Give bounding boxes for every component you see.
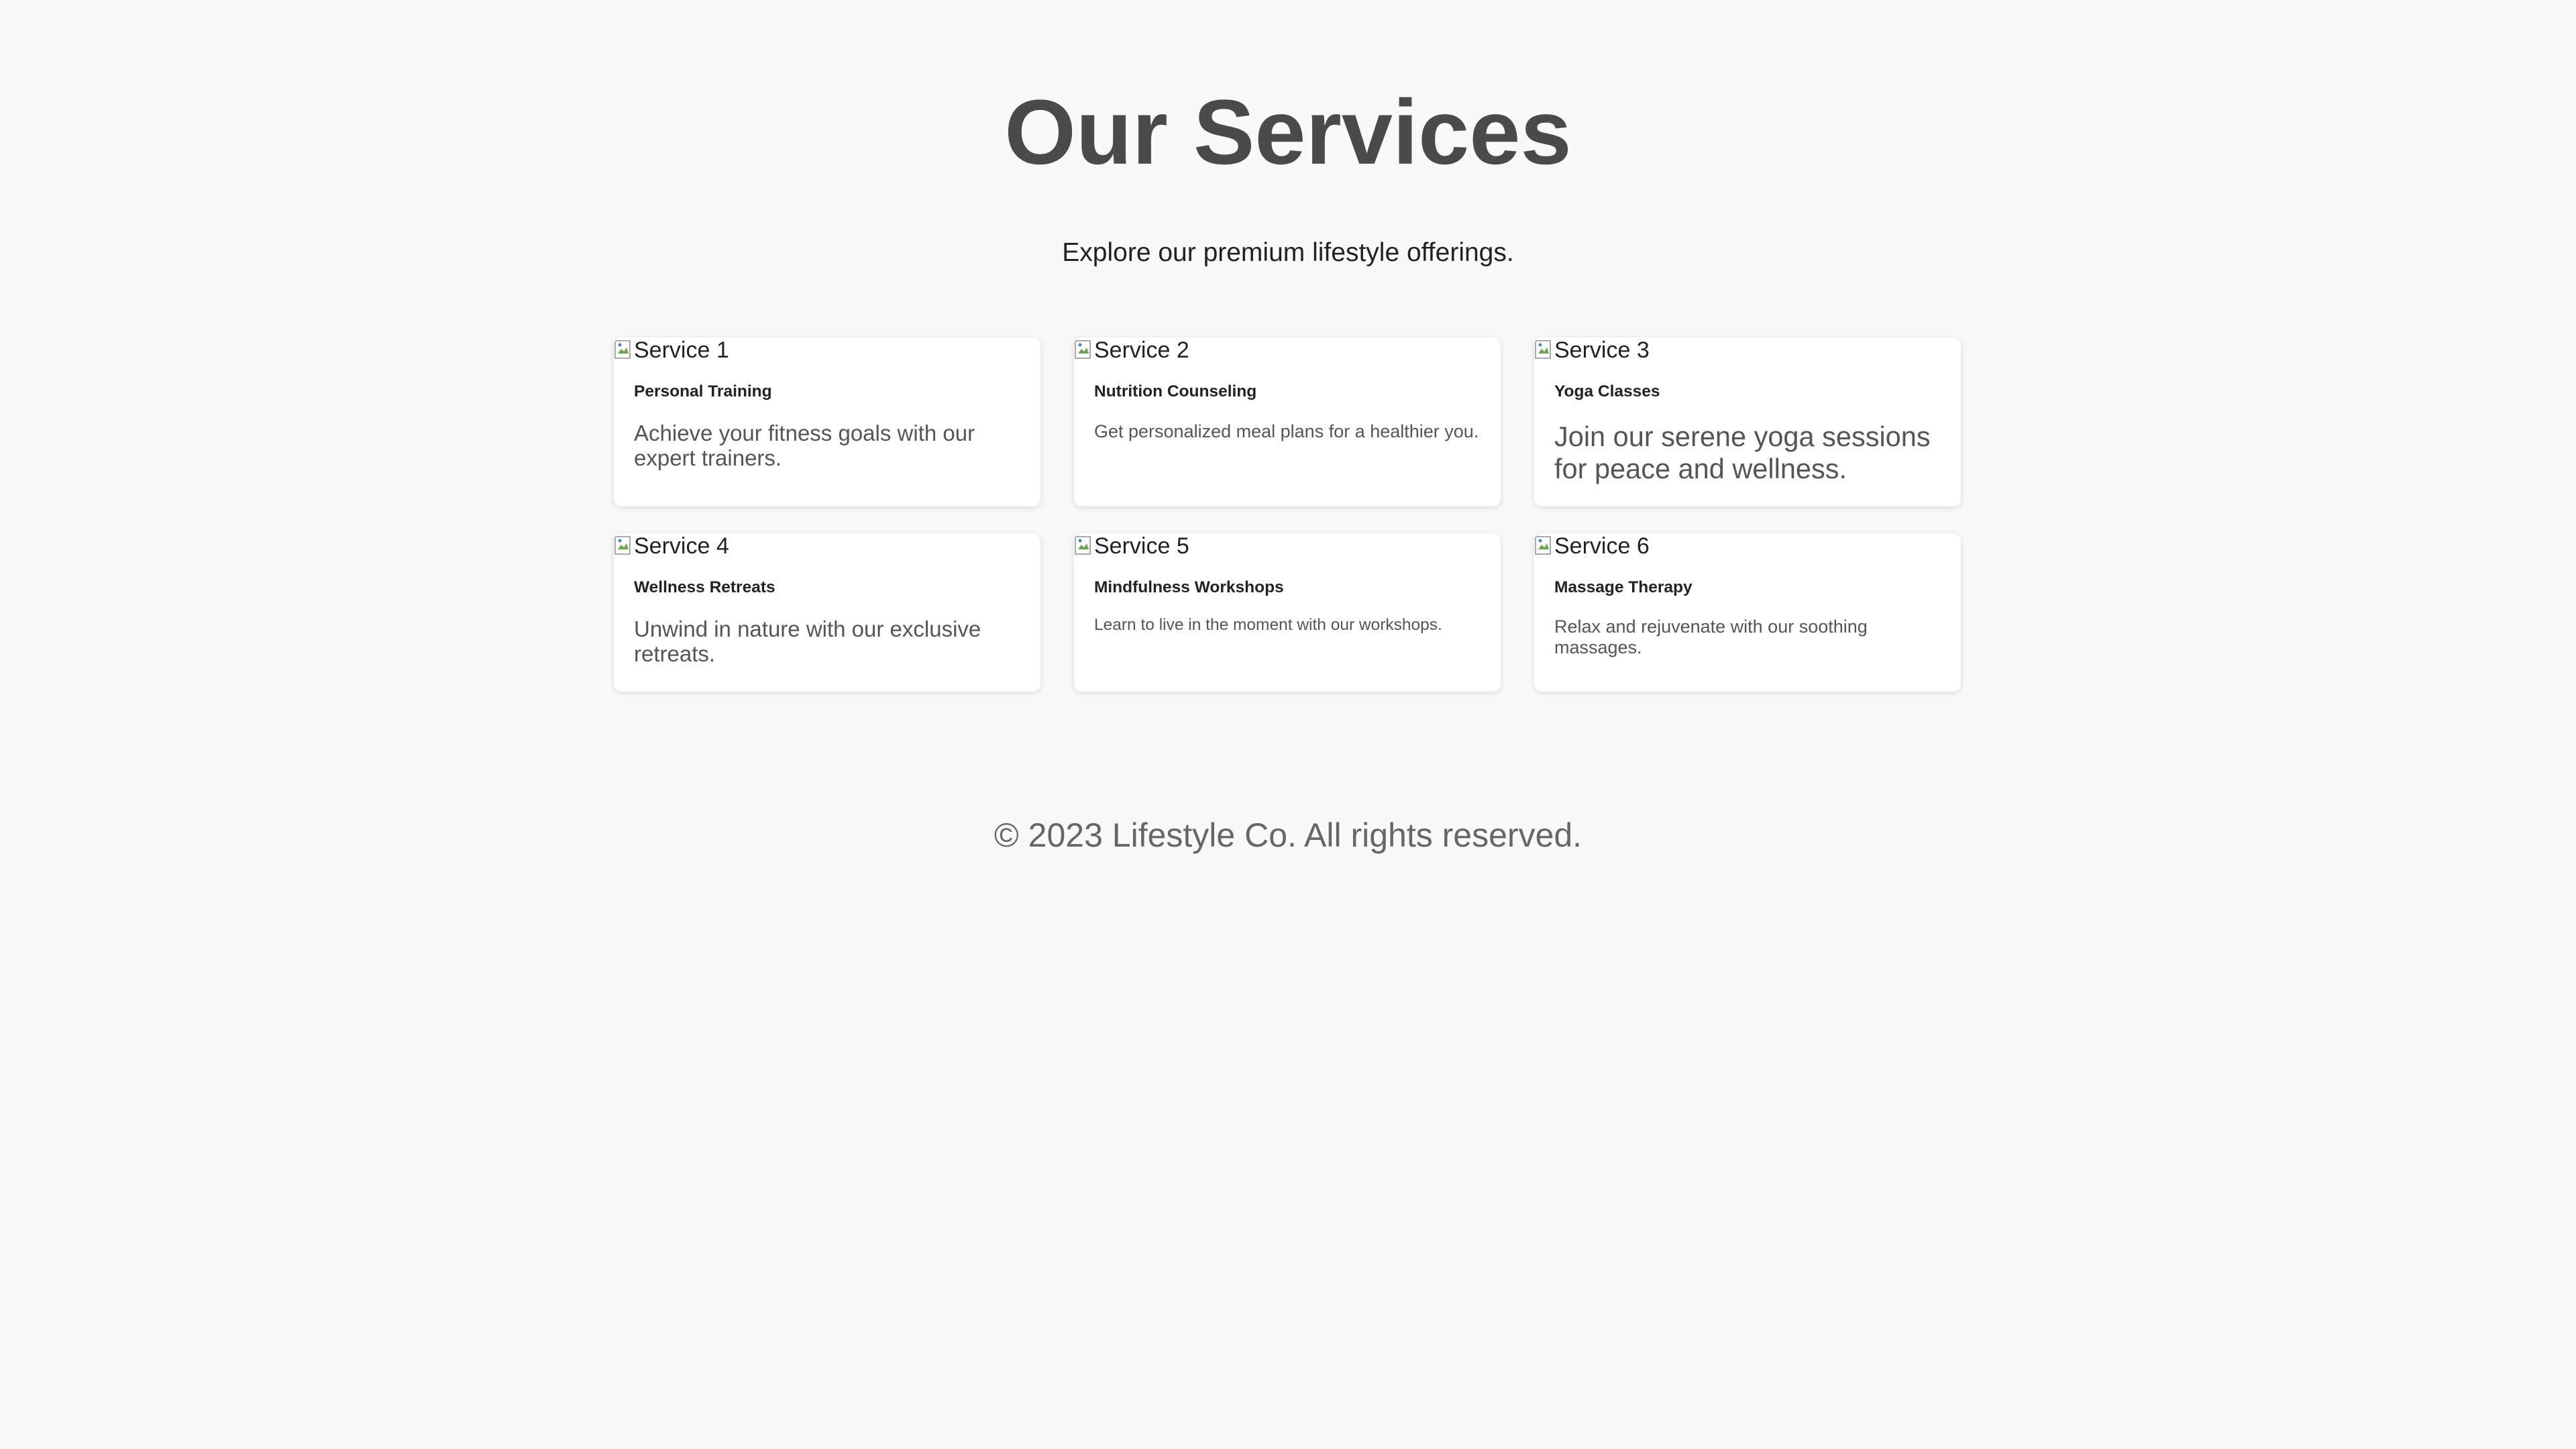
service-image-alt: Service 2 [1094,337,1189,363]
broken-image-icon [1534,339,1554,362]
services-page: Our Services Explore our premium lifesty… [0,0,2576,1449]
service-image-4: Service 4 [614,533,1040,559]
service-title: Nutrition Counseling [1094,382,1257,400]
broken-image-icon [1074,535,1094,557]
service-image-1: Service 1 [614,337,1040,363]
service-card-6[interactable]: Service 6 Massage Therapy Relax and reju… [1534,533,1961,692]
broken-image-icon [614,339,634,362]
service-image-5: Service 5 [1074,533,1501,559]
service-image-alt: Service 1 [634,337,729,363]
service-description: Achieve your fitness goals with our expe… [634,421,975,470]
service-card-5[interactable]: Service 5 Mindfulness Workshops Learn to… [1074,533,1501,692]
service-title: Wellness Retreats [634,578,775,596]
service-image-alt: Service 5 [1094,533,1189,559]
broken-image-icon [1534,535,1554,557]
service-description: Unwind in nature with our exclusive retr… [634,616,981,666]
service-title: Massage Therapy [1554,578,1693,596]
service-image-2: Service 2 [1074,337,1501,363]
service-image-3: Service 3 [1534,337,1961,363]
service-description: Get personalized meal plans for a health… [1094,421,1479,441]
service-image-alt: Service 6 [1554,533,1650,559]
page-title: Our Services [1004,81,1572,184]
service-description: Join our serene yoga sessions for peace … [1554,421,1931,484]
service-card-3[interactable]: Service 3 Yoga Classes Join our serene y… [1534,337,1961,506]
page-subtitle: Explore our premium lifestyle offerings. [1062,238,1514,267]
service-image-alt: Service 3 [1554,337,1650,363]
service-description: Relax and rejuvenate with our soothing m… [1554,616,1868,657]
broken-image-icon [1074,339,1094,362]
service-card-1[interactable]: Service 1 Personal Training Achieve your… [614,337,1040,506]
service-image-6: Service 6 [1534,533,1961,559]
service-card-2[interactable]: Service 2 Nutrition Counseling Get perso… [1074,337,1501,506]
service-image-alt: Service 4 [634,533,729,559]
service-card-4[interactable]: Service 4 Wellness Retreats Unwind in na… [614,533,1040,692]
service-title: Personal Training [634,382,772,400]
service-title: Mindfulness Workshops [1094,578,1284,596]
footer-copyright: © 2023 Lifestyle Co. All rights reserved… [994,816,1582,854]
broken-image-icon [614,535,634,557]
service-description: Learn to live in the moment with our wor… [1094,616,1442,634]
service-title: Yoga Classes [1554,382,1660,400]
